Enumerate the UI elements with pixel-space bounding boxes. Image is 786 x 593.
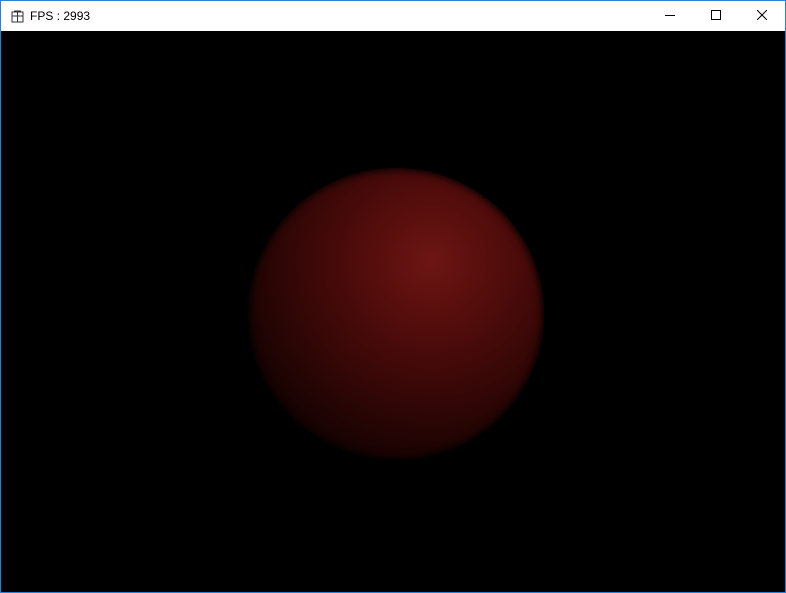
app-window: FPS : 2993 — [0, 0, 786, 593]
app-window-icon — [10, 9, 24, 23]
render-viewport[interactable] — [1, 31, 785, 592]
minimize-button[interactable] — [647, 1, 693, 31]
rendered-sphere — [248, 168, 544, 460]
window-title: FPS : 2993 — [30, 9, 91, 23]
close-icon — [756, 7, 768, 25]
title-bar[interactable]: FPS : 2993 — [1, 1, 785, 31]
maximize-icon — [711, 7, 721, 25]
window-controls — [647, 1, 785, 31]
close-button[interactable] — [739, 1, 785, 31]
maximize-button[interactable] — [693, 1, 739, 31]
minimize-icon — [665, 7, 675, 25]
